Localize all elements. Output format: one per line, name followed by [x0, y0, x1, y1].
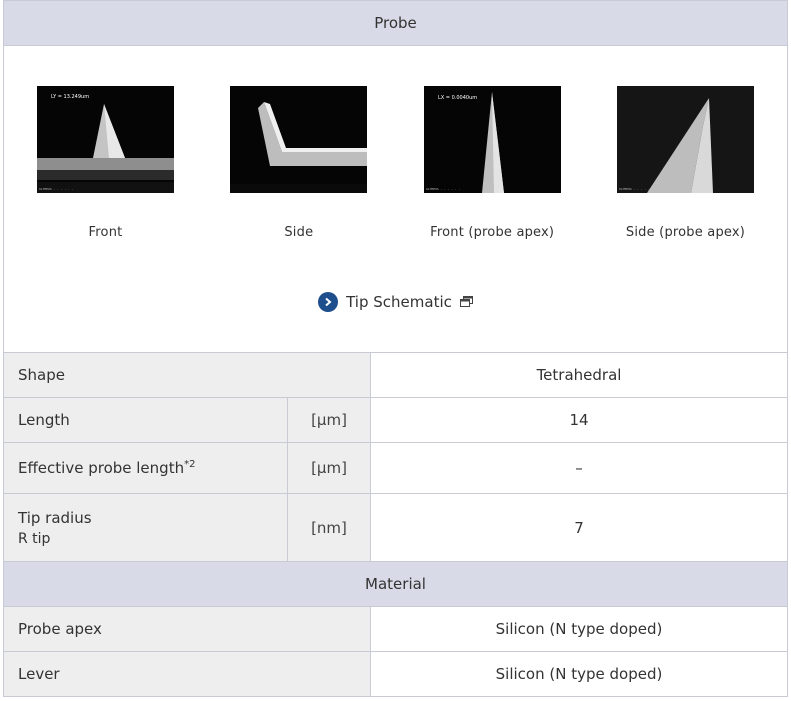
spec-row-effective-length: Effective probe length*2 [μm] – [3, 442, 788, 494]
svg-text:OLYMPUS · · · · · ·: OLYMPUS · · · · · · [426, 187, 461, 191]
material-row-probe-apex: Probe apex Silicon (N type doped) [3, 606, 788, 652]
tip-radius-sublabel: R tip [18, 530, 51, 547]
probe-header: Probe [3, 0, 788, 46]
image-front: LY = 13.249um OLYMPUS · · · · · · Front [37, 86, 174, 240]
shape-value: Tetrahedral [370, 352, 788, 398]
length-label: Length [3, 397, 288, 443]
length-value: 14 [370, 397, 788, 443]
caption-side-apex: Side (probe apex) [625, 225, 746, 240]
length-unit: [μm] [287, 397, 371, 443]
shape-label: Shape [3, 352, 371, 398]
caption-side: Side [284, 225, 314, 240]
image-row: LY = 13.249um OLYMPUS · · · · · · Front [4, 46, 787, 240]
effective-length-label-cell: Effective probe length*2 [3, 442, 288, 494]
svg-text:OLYMPUS · · · · · ·: OLYMPUS · · · · · · [39, 187, 74, 191]
overlay-front: LY = 13.249um [51, 94, 89, 100]
sem-photo-side[interactable] [230, 86, 368, 193]
chevron-right-icon [318, 292, 339, 312]
tip-schematic-label: Tip Schematic [346, 293, 452, 311]
lever-value: Silicon (N type doped) [370, 651, 788, 697]
footnote-marker[interactable]: *2 [184, 459, 195, 470]
image-side: Side [230, 86, 368, 240]
lever-label: Lever [3, 651, 371, 697]
probe-apex-label: Probe apex [3, 606, 371, 652]
effective-length-value: – [370, 442, 788, 494]
probe-images-cell: LY = 13.249um OLYMPUS · · · · · · Front [3, 45, 788, 353]
material-header: Material [3, 561, 788, 607]
sem-photo-front-apex[interactable]: LX = 0.0040um OLYMPUS · · · · · · [423, 86, 561, 193]
effective-length-label: Effective probe length [18, 459, 185, 477]
tip-schematic-link[interactable]: Tip Schematic [4, 292, 787, 312]
new-window-icon [459, 293, 473, 311]
tip-radius-label-cell: Tip radius R tip [3, 493, 288, 562]
spec-row-tip-radius: Tip radius R tip [nm] 7 [3, 493, 788, 562]
caption-front: Front [88, 225, 123, 240]
overlay-front-apex: LX = 0.0040um [438, 95, 477, 101]
effective-length-unit: [μm] [287, 442, 371, 494]
tip-radius-unit: [nm] [287, 493, 371, 562]
probe-spec-container: Probe LY = 13.249um OLYMPUS · · · · · · … [3, 0, 788, 697]
image-front-apex: LX = 0.0040um OLYMPUS · · · · · · Front … [423, 86, 561, 240]
probe-apex-value: Silicon (N type doped) [370, 606, 788, 652]
svg-text:OLYMPUS · · · · · ·: OLYMPUS · · · · · · [619, 187, 654, 191]
tip-radius-value: 7 [370, 493, 788, 562]
material-row-lever: Lever Silicon (N type doped) [3, 651, 788, 697]
probe-spec-table: Probe LY = 13.249um OLYMPUS · · · · · · … [3, 0, 788, 697]
image-side-apex: OLYMPUS · · · · · · Side (probe apex) [616, 86, 754, 240]
spec-row-shape: Shape Tetrahedral [3, 352, 788, 398]
sem-photo-front[interactable]: LY = 13.249um OLYMPUS · · · · · · [37, 86, 174, 193]
spec-row-length: Length [μm] 14 [3, 397, 788, 443]
tip-radius-label: Tip radius [18, 508, 92, 527]
sem-photo-side-apex[interactable]: OLYMPUS · · · · · · [616, 86, 754, 193]
caption-front-apex: Front (probe apex) [430, 225, 555, 240]
